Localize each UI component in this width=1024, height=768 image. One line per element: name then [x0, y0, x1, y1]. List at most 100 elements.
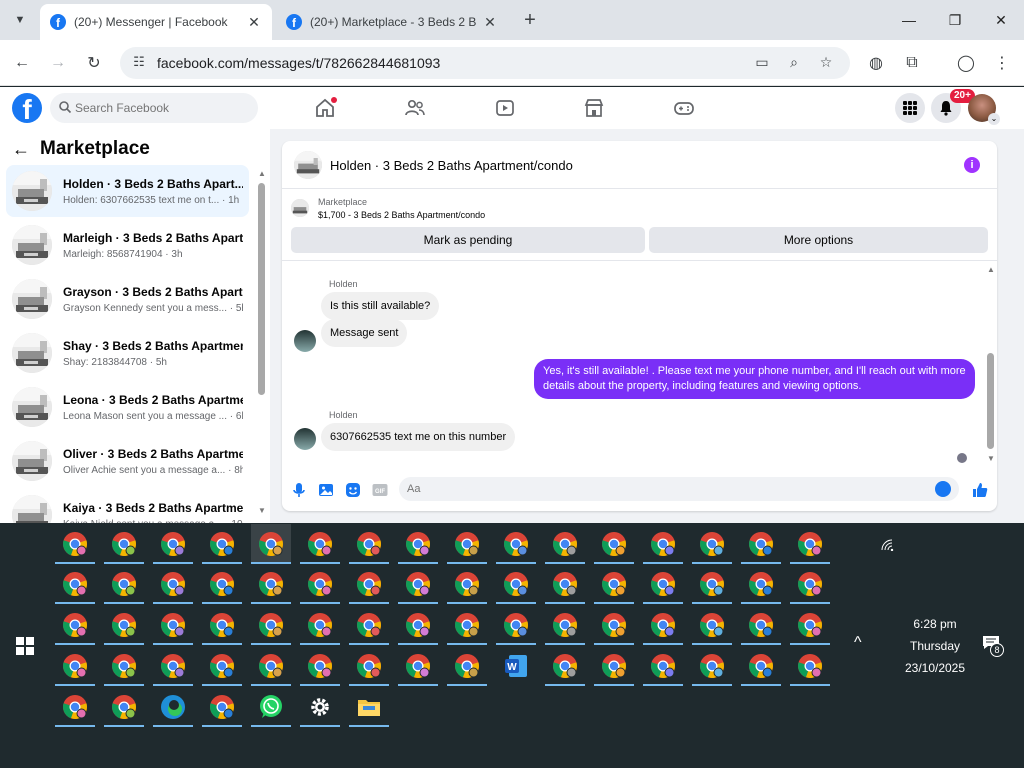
conversation-item[interactable]: Holden · 3 Beds 2 Baths Apart... Holden: …: [6, 165, 249, 217]
taskbar-chrome-window[interactable]: [104, 687, 144, 727]
facebook-logo-icon[interactable]: f: [12, 93, 42, 123]
taskbar-chrome-window[interactable]: [251, 564, 291, 604]
taskbar-chrome-window[interactable]: [55, 646, 95, 686]
scrollbar-thumb[interactable]: [987, 353, 994, 449]
chat-scrollbar[interactable]: ▲ ▼: [986, 265, 995, 463]
conversation-item[interactable]: Marleigh · 3 Beds 2 Baths Apart... Marlei…: [6, 219, 249, 271]
globe-extension-icon[interactable]: ◍: [864, 51, 888, 75]
taskbar-chrome-window[interactable]: [545, 605, 585, 645]
taskbar-chrome-window[interactable]: [202, 605, 242, 645]
microphone-icon[interactable]: [290, 481, 308, 499]
new-tab-button[interactable]: +: [518, 8, 542, 32]
taskbar-chrome-window[interactable]: [300, 605, 340, 645]
profile-icon[interactable]: ◯: [954, 51, 978, 75]
site-info-icon[interactable]: ☷: [130, 54, 148, 72]
sticker-icon[interactable]: [344, 481, 362, 499]
clock-time[interactable]: 6:28 pm: [890, 617, 980, 631]
taskbar-chrome-window[interactable]: [398, 646, 438, 686]
taskbar-chrome-window[interactable]: [643, 524, 683, 564]
taskbar-chrome-window[interactable]: [251, 524, 291, 564]
taskbar-chrome-window[interactable]: [692, 564, 732, 604]
scroll-up-icon[interactable]: ▲: [987, 265, 995, 274]
close-window-button[interactable]: ✕: [978, 0, 1024, 40]
conversation-item[interactable]: Oliver · 3 Beds 2 Baths Apartme... Oliver…: [6, 435, 249, 487]
message-bubble-incoming[interactable]: Message sent: [321, 319, 408, 347]
bookmark-star-icon[interactable]: ☆: [816, 54, 836, 72]
scroll-up-icon[interactable]: ▲: [258, 169, 266, 178]
taskbar-chrome-window[interactable]: [202, 687, 242, 727]
clock-day[interactable]: Thursday: [890, 639, 980, 653]
tab-messenger[interactable]: f (20+) Messenger | Facebook ✕: [40, 4, 272, 40]
taskbar-chrome-window[interactable]: [741, 646, 781, 686]
taskbar-chrome-window[interactable]: [692, 646, 732, 686]
listing-small-thumbnail[interactable]: [291, 199, 309, 217]
forward-button[interactable]: →: [46, 51, 70, 75]
tab-marketplace[interactable]: f (20+) Marketplace - 3 Beds 2 Ba ✕: [276, 4, 508, 40]
taskbar-chrome-window[interactable]: [398, 524, 438, 564]
taskbar-chrome-window[interactable]: [251, 605, 291, 645]
photo-icon[interactable]: [317, 481, 335, 499]
taskbar-chrome-window[interactable]: [202, 564, 242, 604]
taskbar-chrome-window[interactable]: [643, 605, 683, 645]
taskbar-chrome-window[interactable]: [202, 646, 242, 686]
taskbar-chrome-window[interactable]: [594, 646, 634, 686]
search-input[interactable]: [75, 93, 250, 123]
taskbar-chrome-window[interactable]: [349, 524, 389, 564]
taskbar-chrome-window[interactable]: [594, 524, 634, 564]
taskbar-chrome-window[interactable]: [104, 646, 144, 686]
address-bar[interactable]: ☷ facebook.com/messages/t/78266284468109…: [120, 47, 850, 79]
message-input[interactable]: [407, 477, 927, 501]
message-bubble-outgoing[interactable]: Yes, it's still available! . Please text…: [534, 359, 975, 399]
taskbar-chrome-window[interactable]: [790, 564, 830, 604]
taskbar-chrome-window[interactable]: [643, 564, 683, 604]
conversation-item[interactable]: Kaiya · 3 Beds 2 Baths Apartme...Kaiya N…: [6, 489, 249, 523]
taskbar-word[interactable]: W: [496, 646, 536, 686]
taskbar-chrome-window[interactable]: [594, 564, 634, 604]
taskbar-chrome-window[interactable]: [349, 564, 389, 604]
address-url[interactable]: facebook.com/messages/t/782662844681093: [157, 55, 440, 71]
show-hidden-icons-chevron-up-icon[interactable]: ^: [854, 634, 862, 652]
taskbar-chrome-window[interactable]: [349, 646, 389, 686]
conversation-item[interactable]: Grayson · 3 Beds 2 Baths Apart... Grayson…: [6, 273, 249, 325]
taskbar-chrome-window[interactable]: [790, 605, 830, 645]
friends-icon[interactable]: [404, 97, 426, 119]
taskbar-chrome-window[interactable]: [545, 646, 585, 686]
taskbar-whatsapp[interactable]: [251, 687, 291, 727]
network-icon[interactable]: [881, 539, 895, 551]
taskbar-file-explorer[interactable]: [349, 687, 389, 727]
taskbar-chrome-window[interactable]: [692, 524, 732, 564]
account-avatar[interactable]: ⌄: [968, 94, 1000, 125]
taskbar-chrome-window[interactable]: [104, 564, 144, 604]
taskbar-chrome-window[interactable]: [790, 646, 830, 686]
taskbar-chrome-window[interactable]: [55, 564, 95, 604]
taskbar-chrome-window[interactable]: [447, 524, 487, 564]
info-icon[interactable]: i: [964, 157, 980, 173]
taskbar-chrome-window[interactable]: [741, 605, 781, 645]
taskbar-chrome-window[interactable]: [545, 564, 585, 604]
facebook-search[interactable]: [50, 93, 258, 123]
taskbar-chrome-window[interactable]: [496, 564, 536, 604]
emoji-icon[interactable]: [935, 481, 951, 497]
taskbar-chrome-window[interactable]: [300, 524, 340, 564]
menu-grid-button[interactable]: [895, 93, 925, 123]
message-input-wrapper[interactable]: [399, 477, 959, 501]
taskbar-chrome-window[interactable]: [447, 564, 487, 604]
taskbar-chrome-window[interactable]: [55, 605, 95, 645]
marketplace-icon[interactable]: [583, 97, 605, 119]
message-bubble-incoming[interactable]: 6307662535 text me on this number: [321, 423, 516, 451]
chrome-menu-icon[interactable]: ⋮: [990, 51, 1014, 75]
clock-date[interactable]: 23/10/2025: [890, 661, 980, 675]
taskbar-chrome-window[interactable]: [692, 605, 732, 645]
mark-as-pending-button[interactable]: Mark as pending: [291, 227, 645, 253]
taskbar-chrome-window[interactable]: [300, 646, 340, 686]
taskbar-chrome-window[interactable]: [643, 646, 683, 686]
sender-avatar[interactable]: [294, 330, 316, 352]
gaming-icon[interactable]: [673, 97, 695, 119]
back-arrow-icon[interactable]: ←: [12, 139, 30, 160]
tab-close-icon[interactable]: ✕: [246, 14, 262, 31]
conversation-item[interactable]: Shay · 3 Beds 2 Baths Apartmen... Shay: 2…: [6, 327, 249, 379]
taskbar-chrome-window[interactable]: [496, 524, 536, 564]
thumbs-up-icon[interactable]: [971, 481, 989, 499]
extensions-puzzle-icon[interactable]: ⧉: [900, 51, 924, 75]
gif-icon[interactable]: GIF: [371, 481, 389, 499]
